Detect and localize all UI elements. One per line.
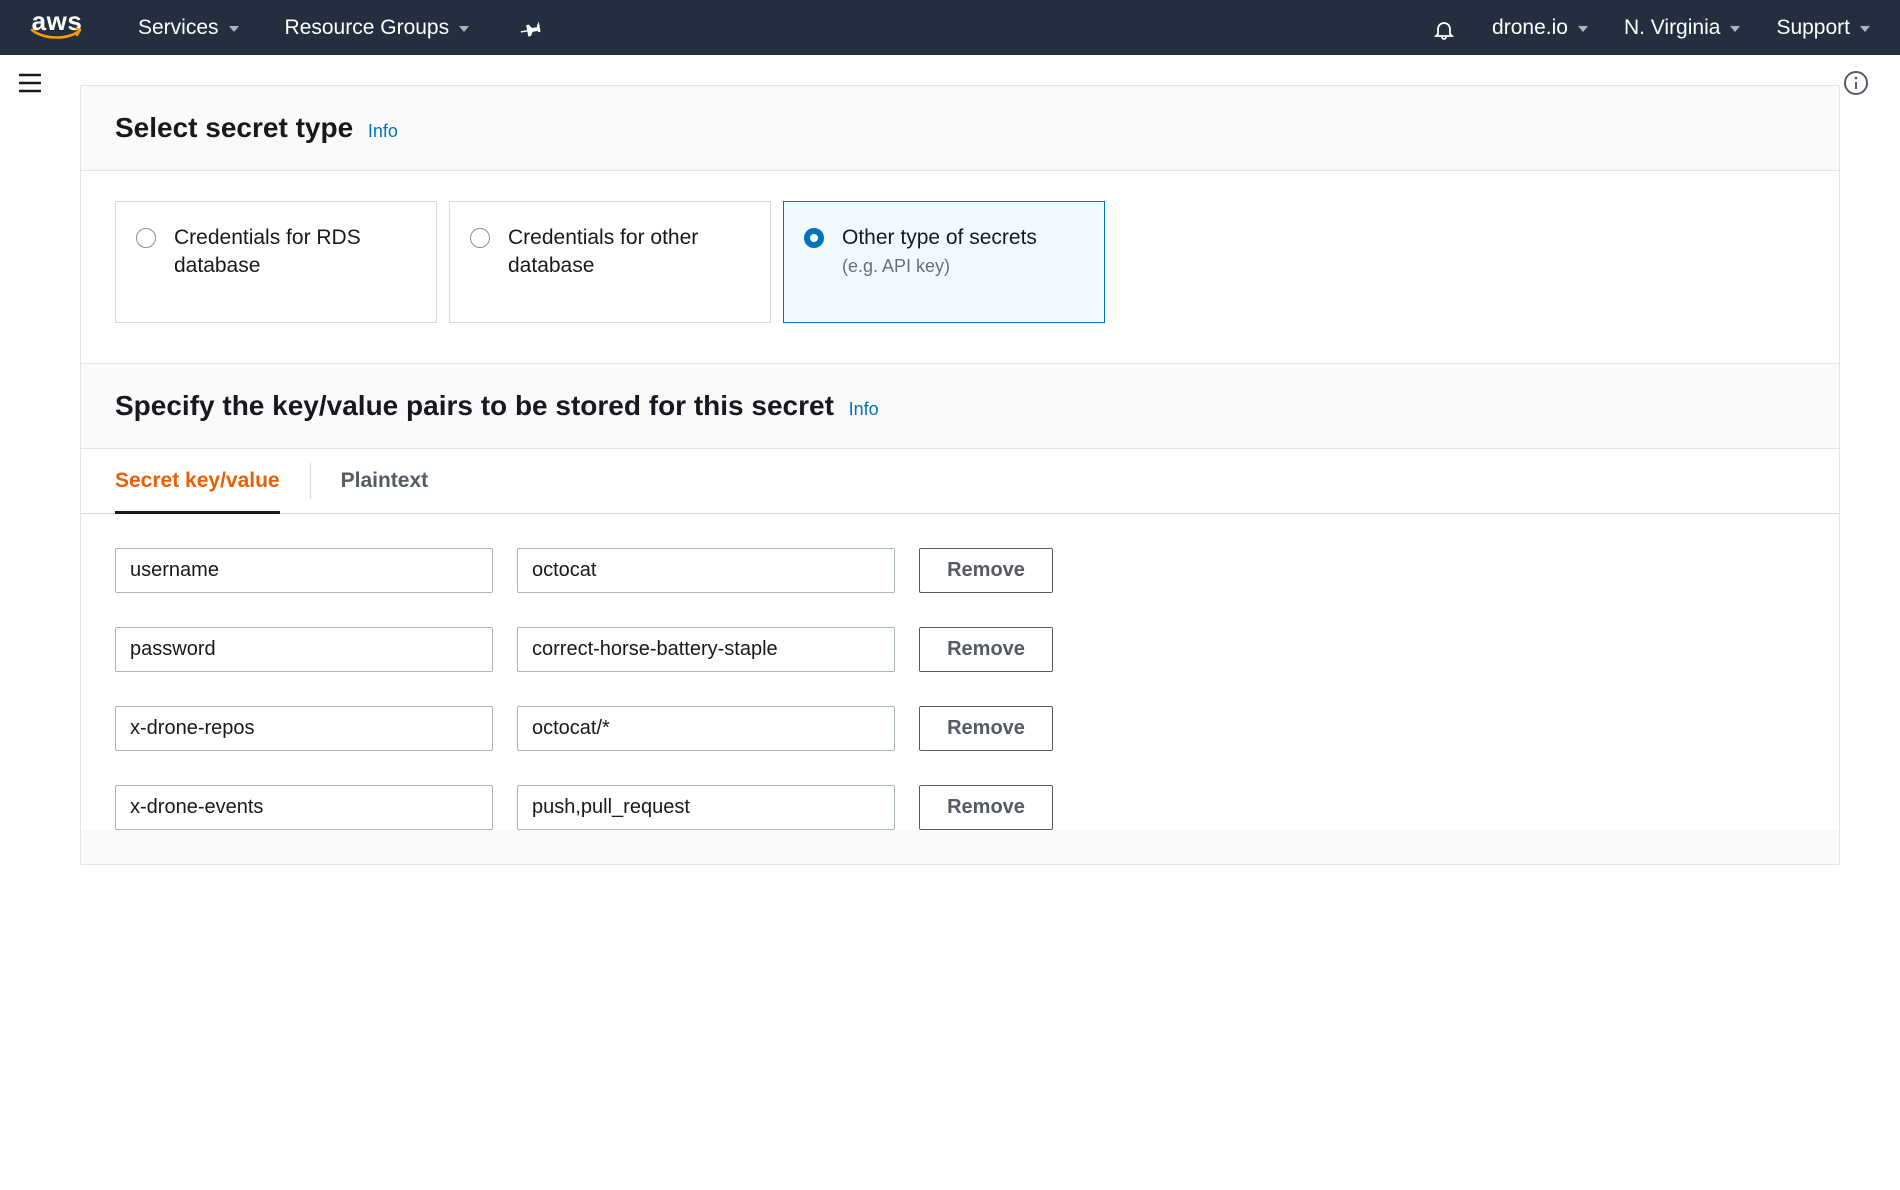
specify-kv-title: Specify the key/value pairs to be stored… [115, 390, 834, 421]
kv-key-input[interactable] [115, 627, 493, 672]
kv-row: Remove [115, 627, 1805, 672]
secret-type-options: Credentials for RDS database Credentials… [115, 201, 1805, 323]
nav-region-label: N. Virginia [1624, 16, 1721, 40]
hamburger-icon[interactable] [10, 63, 50, 103]
kv-value-input[interactable] [517, 548, 895, 593]
kv-key-input[interactable] [115, 785, 493, 830]
caret-down-icon [1578, 26, 1588, 32]
kv-tabs: Secret key/value Plaintext [81, 449, 1839, 514]
aws-logo[interactable]: aws [30, 11, 84, 42]
caret-down-icon [459, 26, 469, 32]
tab-plaintext[interactable]: Plaintext [341, 449, 429, 513]
kv-value-input[interactable] [517, 627, 895, 672]
kv-value-input[interactable] [517, 785, 895, 830]
bell-icon[interactable] [1432, 16, 1456, 40]
option-other-secrets-subtitle: (e.g. API key) [842, 256, 1037, 277]
specify-kv-header: Specify the key/value pairs to be stored… [81, 363, 1839, 449]
kv-row: Remove [115, 785, 1805, 830]
option-other-db-title: Credentials for other database [508, 224, 750, 281]
nav-support[interactable]: Support [1776, 16, 1870, 40]
nav-services[interactable]: Services [138, 16, 239, 40]
nav-region[interactable]: N. Virginia [1624, 16, 1741, 40]
option-other-secrets-title: Other type of secrets [842, 224, 1037, 252]
kv-value-input[interactable] [517, 706, 895, 751]
tab-separator [310, 463, 311, 499]
remove-button[interactable]: Remove [919, 785, 1053, 830]
caret-down-icon [229, 26, 239, 32]
nav-services-label: Services [138, 16, 219, 40]
remove-button[interactable]: Remove [919, 706, 1053, 751]
info-panel-icon[interactable] [1836, 63, 1876, 103]
select-secret-type-header: Select secret type Info [81, 86, 1839, 171]
option-other-secrets[interactable]: Other type of secrets (e.g. API key) [783, 201, 1105, 323]
caret-down-icon [1730, 26, 1740, 32]
kv-pairs: Remove Remove Remove Remove [81, 514, 1839, 830]
nav-resource-groups[interactable]: Resource Groups [285, 16, 470, 40]
aws-smile-icon [30, 28, 84, 42]
info-link[interactable]: Info [849, 399, 879, 419]
kv-row: Remove [115, 706, 1805, 751]
secret-panel: Select secret type Info Credentials for … [80, 85, 1840, 865]
radio-icon [804, 228, 824, 248]
top-nav: aws Services Resource Groups drone.io [0, 0, 1900, 55]
select-secret-type-title: Select secret type [115, 112, 353, 143]
nav-support-label: Support [1776, 16, 1850, 40]
info-link[interactable]: Info [368, 121, 398, 141]
nav-account[interactable]: drone.io [1492, 16, 1588, 40]
remove-button[interactable]: Remove [919, 548, 1053, 593]
tab-secret-kv[interactable]: Secret key/value [115, 449, 280, 513]
caret-down-icon [1860, 26, 1870, 32]
kv-key-input[interactable] [115, 706, 493, 751]
remove-button[interactable]: Remove [919, 627, 1053, 672]
kv-key-input[interactable] [115, 548, 493, 593]
radio-icon [136, 228, 156, 248]
pin-icon[interactable] [521, 17, 543, 39]
nav-account-label: drone.io [1492, 16, 1568, 40]
kv-row: Remove [115, 548, 1805, 593]
radio-icon [470, 228, 490, 248]
nav-resource-groups-label: Resource Groups [285, 16, 450, 40]
option-rds[interactable]: Credentials for RDS database [115, 201, 437, 323]
option-other-db[interactable]: Credentials for other database [449, 201, 771, 323]
option-rds-title: Credentials for RDS database [174, 224, 416, 281]
